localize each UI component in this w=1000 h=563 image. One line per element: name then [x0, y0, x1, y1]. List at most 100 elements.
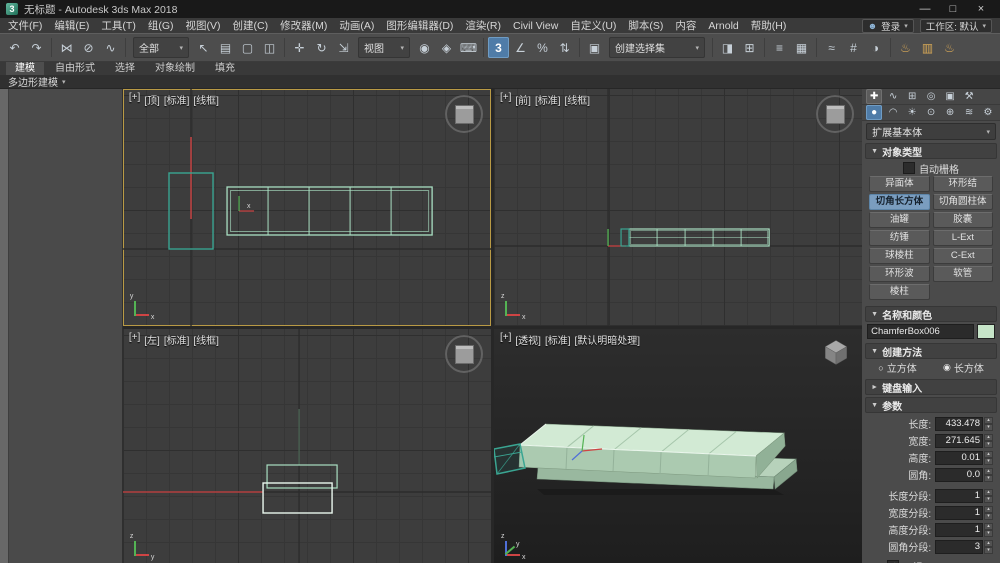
spinner-control[interactable]: ▴▾: [984, 523, 993, 537]
viewport-front[interactable]: [+] [前] [标准] [线框]: [494, 89, 862, 326]
sign-in-menu[interactable]: ☻ 登录 ▾: [862, 19, 914, 33]
viewport-standard-token[interactable]: [标准]: [535, 92, 561, 107]
viewport-menu-token[interactable]: [+]: [500, 332, 511, 347]
ribbon-tab-populate[interactable]: 填充: [206, 62, 244, 75]
rectangular-selection-icon[interactable]: ▢: [237, 37, 258, 58]
spinner-up-icon[interactable]: ▴: [984, 523, 993, 530]
spinner-up-icon[interactable]: ▴: [984, 540, 993, 547]
display-tab-icon[interactable]: ▣: [942, 89, 958, 104]
capsule-button[interactable]: 胶囊: [933, 212, 993, 228]
oil-tank-button[interactable]: 油罐: [869, 212, 929, 228]
length-segs-input[interactable]: 1: [935, 489, 983, 503]
viewport-shading-token[interactable]: [线框]: [193, 92, 219, 107]
mirror-icon[interactable]: ◨: [717, 37, 738, 58]
select-and-scale-icon[interactable]: ⇲: [333, 37, 354, 58]
menu-item-group[interactable]: 组(G): [148, 18, 174, 33]
viewcube-face-icon[interactable]: [455, 345, 474, 364]
minimize-button[interactable]: —: [912, 2, 938, 17]
viewcube[interactable]: [816, 95, 854, 133]
viewport-pov-token[interactable]: [顶]: [144, 92, 160, 107]
autogrid-option[interactable]: 自动栅格: [867, 161, 995, 175]
utilities-tab-icon[interactable]: ⚒: [961, 89, 977, 104]
viewcube[interactable]: [445, 95, 483, 133]
motion-tab-icon[interactable]: ◎: [923, 89, 939, 104]
render-production-icon[interactable]: ♨: [939, 37, 960, 58]
width-segs-input[interactable]: 1: [935, 506, 983, 520]
spinner-control[interactable]: ▴▾: [984, 540, 993, 554]
spinner-control[interactable]: ▴▾: [984, 506, 993, 520]
c-ext-button[interactable]: C-Ext: [933, 248, 993, 264]
shapes-tab-icon[interactable]: ◠: [885, 105, 901, 120]
fillet-segs-input[interactable]: 3: [935, 540, 983, 554]
viewport-left[interactable]: [+] [左] [标准] [线框]: [123, 329, 491, 563]
spinner-up-icon[interactable]: ▴: [984, 489, 993, 496]
spinner-snap-icon[interactable]: ⇅: [554, 37, 575, 58]
select-object-icon[interactable]: ↖: [193, 37, 214, 58]
selection-filter-dropdown[interactable]: 全部 ▾: [133, 37, 189, 58]
spinner-up-icon[interactable]: ▴: [984, 468, 993, 475]
spinner-down-icon[interactable]: ▾: [984, 441, 993, 448]
smooth-option[interactable]: ✓ 平滑: [867, 559, 995, 563]
viewport-menu-token[interactable]: [+]: [129, 92, 140, 107]
align-icon[interactable]: ⊞: [739, 37, 760, 58]
box-wireframe[interactable]: [267, 465, 337, 488]
gengon-button[interactable]: 球棱柱: [869, 248, 929, 264]
angle-snap-icon[interactable]: ∠: [510, 37, 531, 58]
rollout-parameters-header[interactable]: ▼ 参数: [865, 397, 997, 413]
chamfer-cylinder-button[interactable]: 切角圆柱体: [933, 194, 993, 210]
reference-coordinate-dropdown[interactable]: 视图 ▾: [358, 37, 410, 58]
app-logo-icon[interactable]: 3: [6, 3, 18, 15]
menu-item-edit[interactable]: 编辑(E): [54, 18, 89, 33]
viewcube[interactable]: [820, 337, 852, 367]
ribbon-toggle-icon[interactable]: ▦: [791, 37, 812, 58]
percent-snap-icon[interactable]: %: [532, 37, 553, 58]
menu-item-scripting[interactable]: 脚本(S): [628, 18, 663, 33]
systems-tab-icon[interactable]: ⚙: [980, 105, 996, 120]
bind-to-space-warp-icon[interactable]: ∿: [100, 37, 121, 58]
box-wireframe[interactable]: [621, 229, 629, 246]
width-input[interactable]: 271.645: [935, 434, 983, 448]
menu-item-views[interactable]: 视图(V): [186, 18, 221, 33]
spinner-control[interactable]: ▴▾: [984, 468, 993, 482]
spinner-up-icon[interactable]: ▴: [984, 451, 993, 458]
material-editor-icon[interactable]: ◑: [865, 37, 886, 58]
hose-button[interactable]: 软管: [933, 266, 993, 282]
menu-item-animation[interactable]: 动画(A): [339, 18, 374, 33]
spinner-control[interactable]: ▴▾: [984, 417, 993, 431]
transform-gizmo[interactable]: x: [239, 196, 254, 211]
length-input[interactable]: 433.478: [935, 417, 983, 431]
left-viewport-canvas[interactable]: [123, 329, 491, 563]
select-and-link-icon[interactable]: ⋈: [56, 37, 77, 58]
top-viewport-canvas[interactable]: x: [123, 89, 491, 326]
edit-named-selections-icon[interactable]: ▣: [584, 37, 605, 58]
use-pivot-center-icon[interactable]: ◉: [414, 37, 435, 58]
spinner-up-icon[interactable]: ▴: [984, 434, 993, 441]
helpers-tab-icon[interactable]: ⊕: [942, 105, 958, 120]
select-and-move-icon[interactable]: ✛: [289, 37, 310, 58]
cube-radio[interactable]: ○ 立方体: [878, 360, 916, 375]
viewcube-face-icon[interactable]: [826, 105, 845, 124]
rollout-name-color-header[interactable]: ▼ 名称和颜色: [865, 306, 997, 322]
viewport-menu-token[interactable]: [+]: [500, 92, 511, 107]
snaps-toggle-icon[interactable]: 3: [488, 37, 509, 58]
menu-item-graph-editors[interactable]: 图形编辑器(D): [386, 18, 453, 33]
window-crossing-icon[interactable]: ◫: [259, 37, 280, 58]
menu-item-file[interactable]: 文件(F): [8, 18, 42, 33]
chamfer-box-button[interactable]: 切角长方体: [869, 194, 929, 210]
spinner-up-icon[interactable]: ▴: [984, 417, 993, 424]
ribbon-tab-object-paint[interactable]: 对象绘制: [146, 62, 204, 75]
hierarchy-tab-icon[interactable]: ⊞: [904, 89, 920, 104]
viewport-shading-token[interactable]: [线框]: [565, 92, 591, 107]
menu-item-create[interactable]: 创建(C): [233, 18, 269, 33]
rendered-frame-icon[interactable]: ▥: [917, 37, 938, 58]
viewport-standard-token[interactable]: [标准]: [164, 92, 190, 107]
ring-wave-button[interactable]: 环形波: [869, 266, 929, 282]
spindle-button[interactable]: 纺锤: [869, 230, 929, 246]
viewport-menu-token[interactable]: [+]: [129, 332, 140, 347]
chamferbox-row-wireframe[interactable]: [227, 187, 432, 235]
select-and-rotate-icon[interactable]: ↻: [311, 37, 332, 58]
selection-wireframe[interactable]: [494, 444, 525, 474]
menu-item-rendering[interactable]: 渲染(R): [465, 18, 501, 33]
torus-knot-button[interactable]: 环形结: [933, 176, 993, 192]
viewcube-face-icon[interactable]: [455, 105, 474, 124]
